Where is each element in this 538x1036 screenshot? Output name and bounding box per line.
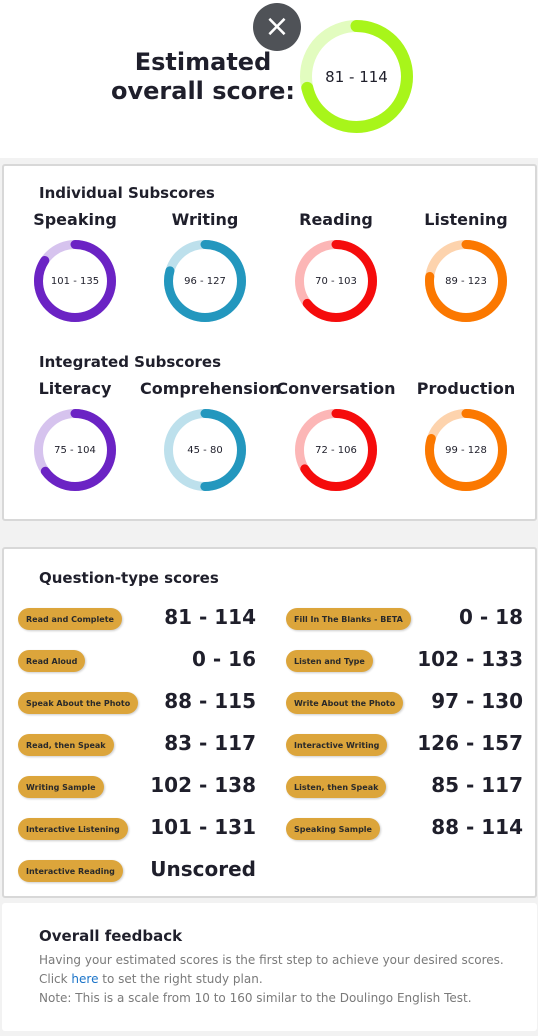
study-plan-link[interactable]: here [71, 972, 98, 986]
question-type-row: Interactive Listening 101 - 131 [18, 815, 256, 842]
question-type-score: 81 - 114 [164, 605, 256, 629]
feedback-line-2-post: to set the right study plan. [98, 972, 263, 986]
close-button[interactable]: × [253, 3, 301, 51]
subscore-ring: 96 - 127 [164, 240, 246, 322]
subscore-ring: 75 - 104 [34, 409, 116, 491]
feedback-line-1: Having your estimated scores is the firs… [39, 953, 504, 967]
subscore-ring: 89 - 123 [425, 240, 507, 322]
subscore-value: 99 - 128 [445, 444, 487, 456]
subscore-value: 45 - 80 [187, 444, 223, 456]
subscore-name: Reading [299, 210, 373, 229]
question-type-badge[interactable]: Interactive Listening [18, 818, 128, 840]
question-type-badge[interactable]: Interactive Writing [286, 734, 388, 756]
subscore-value: 72 - 106 [315, 444, 357, 456]
subscore-listening: Listening 89 - 123 [401, 210, 531, 322]
subscore-ring: 99 - 128 [425, 409, 507, 491]
overall-score-title: Estimated overall score: [110, 48, 296, 106]
question-type-row: Interactive Writing 126 - 157 [286, 731, 523, 758]
subscore-speaking: Speaking 101 - 135 [10, 210, 140, 322]
subscore-ring: 45 - 80 [164, 409, 246, 491]
subscore-name: Listening [424, 210, 508, 229]
subscore-name: Production [416, 379, 516, 398]
subscore-value: 75 - 104 [54, 444, 96, 456]
subscore-ring: 101 - 135 [34, 240, 116, 322]
subscore-literacy: Literacy 75 - 104 [10, 379, 140, 491]
question-type-score: Unscored [150, 857, 256, 881]
subscore-name: Comprehension [140, 379, 281, 398]
question-type-score: 0 - 18 [459, 605, 523, 629]
subscore-ring: 70 - 103 [295, 240, 377, 322]
question-type-row: Listen and Type 102 - 133 [286, 647, 523, 674]
question-type-badge[interactable]: Writing Sample [18, 776, 104, 798]
close-icon: × [264, 9, 290, 44]
question-type-score: 0 - 16 [192, 647, 256, 671]
question-type-score: 97 - 130 [431, 689, 523, 713]
overall-score-ring: 81 - 114 [300, 20, 413, 133]
subscore-value: 96 - 127 [184, 275, 226, 287]
feedback-text: Having your estimated scores is the firs… [39, 951, 504, 1008]
subscore-value: 101 - 135 [50, 275, 100, 287]
overall-score-header: Estimated overall score: 81 - 114 × [0, 0, 538, 158]
question-type-score: 102 - 133 [417, 647, 523, 671]
question-type-row: Read, then Speak 83 - 117 [18, 731, 256, 758]
subscores-card: Individual Subscores Speaking 101 - 135 Wr… [2, 164, 537, 521]
question-type-row: Interactive Reading Unscored [18, 857, 256, 884]
question-type-row: Speak About the Photo 88 - 115 [18, 689, 256, 716]
question-type-badge[interactable]: Listen and Type [286, 650, 373, 672]
subscore-name: Literacy [38, 379, 112, 398]
subscore-value: 89 - 123 [445, 275, 487, 287]
question-type-score: 85 - 117 [431, 773, 523, 797]
feedback-card: Overall feedback Having your estimated s… [2, 903, 537, 1031]
title-line-1: Estimated [134, 48, 272, 76]
question-type-row: Read and Complete 81 - 114 [18, 605, 256, 632]
question-type-badge[interactable]: Listen, then Speak [286, 776, 387, 798]
question-type-badge[interactable]: Write About the Photo [286, 692, 404, 714]
question-type-badge[interactable]: Read and Complete [18, 608, 122, 630]
question-type-score: 88 - 114 [431, 815, 523, 839]
question-type-row: Read Aloud 0 - 16 [18, 647, 256, 674]
integrated-subscores-heading: Integrated Subscores [39, 353, 222, 371]
question-type-badge[interactable]: Speaking Sample [286, 818, 380, 840]
question-type-score: 126 - 157 [417, 731, 523, 755]
title-line-2: overall score: [111, 77, 295, 105]
question-type-score: 101 - 131 [150, 815, 256, 839]
question-type-badge[interactable]: Read Aloud [18, 650, 86, 672]
question-type-row: Listen, then Speak 85 - 117 [286, 773, 523, 800]
subscore-name: Conversation [276, 379, 396, 398]
question-type-card: Question-type scores Read and Complete 81… [2, 547, 537, 898]
overall-score-value: 81 - 114 [325, 67, 388, 86]
subscore-conversation: Conversation 72 - 106 [271, 379, 401, 491]
subscore-reading: Reading 70 - 103 [271, 210, 401, 322]
question-type-heading: Question-type scores [39, 569, 219, 587]
subscore-name: Writing [171, 210, 239, 229]
question-type-badge[interactable]: Read, then Speak [18, 734, 114, 756]
subscore-comprehension: Comprehension 45 - 80 [140, 379, 281, 491]
feedback-heading: Overall feedback [39, 927, 183, 945]
feedback-line-2-pre: Click [39, 972, 72, 986]
question-type-row: Write About the Photo 97 - 130 [286, 689, 523, 716]
subscore-value: 70 - 103 [315, 275, 357, 287]
question-type-score: 88 - 115 [164, 689, 256, 713]
individual-subscores-heading: Individual Subscores [39, 184, 215, 202]
subscore-writing: Writing 96 - 127 [140, 210, 270, 322]
question-type-row: Fill In The Blanks - BETA 0 - 18 [286, 605, 523, 632]
subscore-production: Production 99 - 128 [401, 379, 531, 491]
question-type-row: Writing Sample 102 - 138 [18, 773, 256, 800]
question-type-row: Speaking Sample 88 - 114 [286, 815, 523, 842]
question-type-badge[interactable]: Interactive Reading [18, 860, 123, 882]
feedback-line-2: Click here to set the right study plan. [39, 970, 504, 989]
question-type-badge[interactable]: Speak About the Photo [18, 692, 139, 714]
question-type-score: 102 - 138 [150, 773, 256, 797]
subscore-name: Speaking [33, 210, 117, 229]
subscore-ring: 72 - 106 [295, 409, 377, 491]
feedback-line-3: Note: This is a scale from 10 to 160 sim… [39, 991, 472, 1005]
question-type-score: 83 - 117 [164, 731, 256, 755]
question-type-badge[interactable]: Fill In The Blanks - BETA [286, 608, 411, 630]
